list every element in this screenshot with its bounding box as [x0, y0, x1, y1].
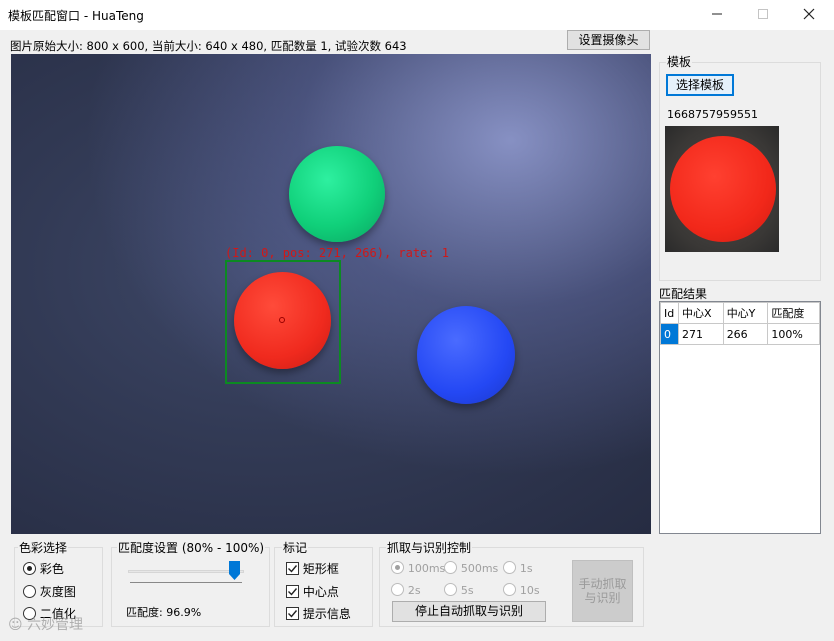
interval-label: 5s — [460, 584, 474, 597]
cell-center-x[interactable]: 271 — [677, 323, 724, 345]
interval-label: 500ms — [460, 562, 499, 575]
radio-button-icon — [23, 562, 36, 575]
template-red-disc — [670, 136, 776, 242]
template-group-title: 模板 — [666, 53, 693, 70]
match-rate-title: 匹配度设置 (80% - 100%) — [117, 539, 266, 556]
template-id: 1668757959551 — [667, 108, 758, 121]
watermark: ☺ 六妙管理 — [8, 614, 83, 634]
checkbox-center-point-label: 中心点 — [302, 585, 339, 599]
color-select-title: 色彩选择 — [18, 539, 69, 556]
cell-center-y[interactable]: 266 — [722, 323, 769, 345]
checkbox-rectangle[interactable]: 矩形框 — [286, 560, 339, 577]
cell-id[interactable]: 0 — [660, 323, 679, 345]
checkbox-checked-icon — [286, 585, 299, 598]
match-rate-value: 匹配度: 96.9% — [126, 606, 202, 619]
radio-interval-5s[interactable]: 5s — [444, 583, 474, 597]
results-table: Id 中心X 中心Y 匹配度 0 271 266 100% — [660, 302, 820, 345]
maximize-icon — [758, 9, 768, 19]
minimize-button[interactable] — [694, 0, 740, 30]
interval-label: 2s — [407, 584, 421, 597]
interval-label: 1s — [519, 562, 533, 575]
radio-button-icon — [503, 583, 516, 596]
radio-button-icon — [444, 561, 457, 574]
radio-interval-10s[interactable]: 10s — [503, 583, 540, 597]
checkbox-checked-icon — [286, 562, 299, 575]
slider-ticks — [130, 582, 242, 584]
checkbox-checked-icon — [286, 607, 299, 620]
checkbox-rectangle-label: 矩形框 — [302, 562, 339, 576]
column-header-rate[interactable]: 匹配度 — [767, 302, 820, 324]
match-info-label: (Id: 0, pos: 271, 266), rate: 1 — [225, 246, 449, 260]
column-header-id[interactable]: Id — [660, 302, 679, 324]
checkbox-tip-info-label: 提示信息 — [302, 607, 351, 621]
blue-disc — [417, 306, 515, 404]
title-bar: 模板匹配窗口 - HuaTeng — [0, 0, 834, 30]
camera-settings-button[interactable]: 设置摄像头 — [567, 30, 650, 50]
close-button[interactable] — [786, 0, 832, 30]
match-rate-slider-track[interactable] — [128, 570, 244, 573]
match-center-point — [279, 317, 285, 323]
radio-interval-1s[interactable]: 1s — [503, 561, 533, 575]
radio-gray[interactable]: 灰度图 — [23, 583, 76, 600]
manual-grab-button[interactable]: 手动抓取与识别 — [572, 560, 633, 622]
column-header-center-x[interactable]: 中心X — [677, 302, 724, 324]
choose-template-button[interactable]: 选择模板 — [666, 74, 734, 96]
close-icon — [803, 8, 815, 20]
radio-interval-500ms[interactable]: 500ms — [444, 561, 498, 575]
image-info-text: 图片原始大小: 800 x 600, 当前大小: 640 x 480, 匹配数量… — [10, 39, 407, 53]
maximize-button[interactable] — [740, 0, 786, 30]
grab-control-title: 抓取与识别控制 — [386, 539, 473, 556]
stop-auto-grab-button[interactable]: 停止自动抓取与识别 — [392, 601, 546, 622]
interval-label: 100ms — [407, 562, 446, 575]
table-row[interactable]: 0 271 266 100% — [660, 323, 820, 345]
radio-button-icon — [391, 561, 404, 574]
radio-button-icon — [391, 583, 404, 596]
radio-interval-2s[interactable]: 2s — [391, 583, 421, 597]
window-title: 模板匹配窗口 - HuaTeng — [8, 9, 144, 23]
radio-button-icon — [444, 583, 457, 596]
cell-rate[interactable]: 100% — [767, 323, 820, 345]
checkbox-center-point[interactable]: 中心点 — [286, 583, 339, 600]
checkbox-tip-info[interactable]: 提示信息 — [286, 605, 351, 622]
camera-view: (Id: 0, pos: 271, 266), rate: 1 — [11, 54, 651, 534]
watermark-text: 六妙管理 — [27, 617, 84, 633]
radio-button-icon — [23, 585, 36, 598]
radio-interval-100ms[interactable]: 100ms — [391, 561, 445, 575]
radio-color[interactable]: 彩色 — [23, 560, 64, 577]
results-header-row: Id 中心X 中心Y 匹配度 — [660, 302, 820, 324]
interval-label: 10s — [519, 584, 540, 597]
results-grid[interactable]: Id 中心X 中心Y 匹配度 0 271 266 100% — [659, 301, 821, 534]
marks-title: 标记 — [282, 539, 309, 556]
green-disc — [289, 146, 385, 242]
match-rate-slider-thumb[interactable] — [229, 561, 240, 580]
results-title: 匹配结果 — [659, 287, 708, 301]
radio-gray-label: 灰度图 — [39, 585, 76, 599]
radio-color-label: 彩色 — [39, 562, 64, 576]
template-image — [665, 126, 779, 252]
column-header-center-y[interactable]: 中心Y — [722, 302, 769, 324]
radio-button-icon — [503, 561, 516, 574]
watermark-logo-icon: ☺ — [8, 617, 23, 633]
minimize-icon — [712, 13, 722, 15]
